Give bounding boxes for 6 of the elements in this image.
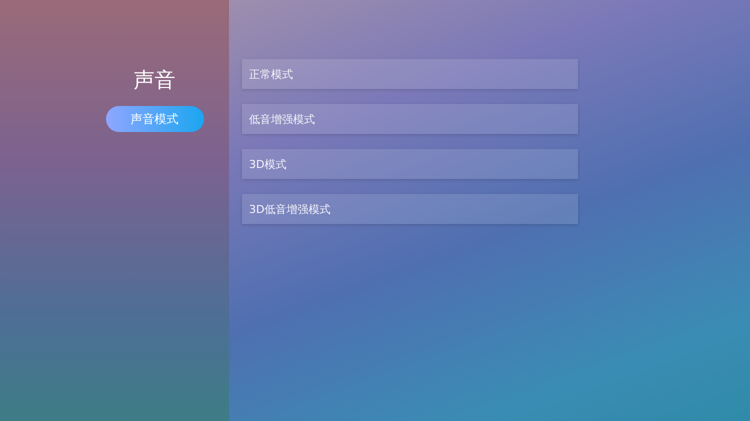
section-title: 声音 bbox=[134, 67, 176, 94]
sound-mode-option[interactable]: 3D模式 bbox=[242, 149, 578, 179]
sidebar-item[interactable]: 声音模式 bbox=[106, 106, 204, 132]
sound-mode-option[interactable]: 低音增强模式 bbox=[242, 104, 578, 134]
sound-mode-option[interactable]: 3D低音增强模式 bbox=[242, 194, 578, 224]
sound-mode-option[interactable]: 正常模式 bbox=[242, 59, 578, 89]
